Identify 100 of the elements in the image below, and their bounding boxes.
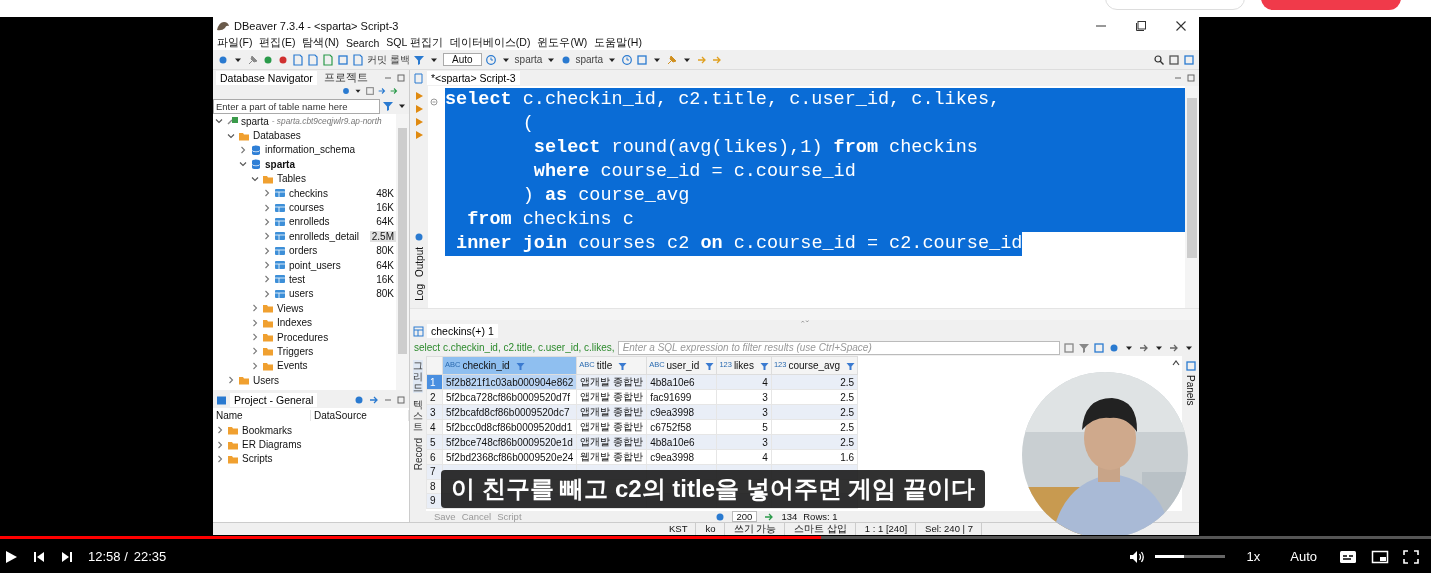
scrollbar[interactable] — [410, 308, 1199, 320]
square-icon[interactable] — [1093, 341, 1105, 354]
tree-item[interactable]: information_schema — [265, 144, 356, 156]
menu-item[interactable]: 도움말(H) — [594, 35, 642, 50]
clock-icon[interactable] — [621, 53, 634, 66]
filter-icon[interactable] — [1078, 341, 1090, 354]
chevron-right-icon[interactable] — [251, 347, 259, 356]
tree-item[interactable]: Events — [277, 360, 308, 372]
filter-icon[interactable] — [515, 361, 525, 371]
chevron-right-icon[interactable] — [216, 440, 224, 449]
tree-item[interactable]: enrolleds_detail — [289, 230, 360, 242]
menu-item[interactable]: 윈도우(W) — [537, 35, 588, 50]
scrollbar-thumb[interactable] — [398, 128, 407, 354]
side-tab[interactable]: Panels — [1185, 372, 1196, 409]
maximize-icon[interactable] — [1135, 20, 1147, 32]
search-icon[interactable] — [1153, 53, 1165, 66]
filter-icon[interactable] — [382, 100, 394, 112]
side-tab[interactable]: Record — [412, 438, 424, 471]
tree-item[interactable]: point_users — [289, 259, 341, 271]
chevron-right-icon[interactable] — [263, 203, 271, 212]
tree-item[interactable]: Scripts — [242, 453, 273, 465]
chevron-right-icon[interactable] — [216, 454, 224, 463]
subtitles-icon[interactable] — [1339, 549, 1357, 564]
chevron-right-icon[interactable] — [251, 333, 259, 342]
tree-item[interactable]: Procedures — [277, 331, 329, 343]
square-icon[interactable] — [1168, 53, 1180, 66]
chevron-right-icon[interactable] — [263, 261, 271, 270]
play-icon[interactable] — [4, 549, 18, 564]
transaction-mode-field[interactable]: Auto — [443, 53, 482, 66]
panel-tab[interactable]: Database Navigator — [216, 71, 317, 85]
chevron-right-icon[interactable] — [263, 246, 271, 255]
tree-item[interactable]: sparta — [241, 115, 269, 127]
chevron-right-icon[interactable] — [263, 289, 271, 298]
search-field[interactable]: Enter a part of table name here — [213, 98, 380, 114]
filter-icon[interactable] — [759, 361, 769, 371]
tree-item[interactable]: checkins — [289, 187, 328, 199]
run-icon[interactable] — [413, 103, 425, 115]
chevron-right-icon[interactable] — [239, 145, 247, 154]
side-tab[interactable]: 그리드 — [413, 360, 423, 393]
close-icon[interactable] — [1175, 20, 1187, 32]
document-icon[interactable] — [292, 53, 304, 66]
skip-next-icon[interactable] — [60, 549, 74, 564]
chevron-right-icon[interactable] — [216, 426, 224, 435]
arrow-icon[interactable] — [389, 86, 399, 96]
chevron-right-icon[interactable] — [263, 217, 271, 226]
chevron-right-icon[interactable] — [251, 304, 259, 313]
tree-item[interactable]: Triggers — [277, 345, 314, 357]
scrollbar[interactable] — [396, 114, 409, 390]
tree-item[interactable]: enrolleds — [289, 216, 330, 228]
volume-slider[interactable] — [1154, 555, 1225, 558]
speed-button[interactable]: 1x — [1246, 549, 1261, 564]
menu-item[interactable]: Search — [346, 36, 380, 49]
filter-icon[interactable] — [413, 53, 425, 66]
tree-item[interactable]: courses — [289, 202, 324, 214]
menu-item[interactable]: 파일(F) — [217, 35, 253, 50]
results-tab[interactable]: checkins(+) 1 — [427, 324, 498, 338]
chevron-right-icon[interactable] — [251, 361, 259, 370]
side-tab[interactable]: Output — [413, 244, 425, 281]
chevron-right-icon[interactable] — [263, 275, 271, 284]
chevron-right-icon[interactable] — [263, 189, 271, 198]
chevron-right-icon[interactable] — [251, 318, 259, 327]
chevron-right-icon[interactable] — [263, 232, 271, 241]
tree-item[interactable]: Views — [277, 302, 304, 314]
menu-item[interactable]: 데이터베이스(D) — [449, 35, 531, 50]
scroll-up-icon[interactable] — [1171, 358, 1181, 368]
editor-tab[interactable]: *<sparta> Script-3 — [427, 71, 520, 85]
progress-bar[interactable] — [0, 536, 1431, 539]
menu-item[interactable]: SQL 편집기 — [386, 35, 443, 50]
chevron-down-icon[interactable] — [239, 160, 247, 169]
filter-icon[interactable] — [618, 361, 628, 371]
fullscreen-icon[interactable] — [1403, 549, 1419, 564]
document-icon[interactable] — [352, 53, 364, 66]
tree-item[interactable]: test — [289, 274, 306, 285]
fold-icon[interactable] — [430, 98, 438, 106]
skip-previous-icon[interactable] — [32, 549, 46, 564]
chevron-down-icon[interactable] — [227, 131, 235, 140]
quality-button[interactable]: Auto — [1290, 549, 1317, 564]
chevron-right-icon[interactable] — [227, 376, 235, 385]
scrollbar[interactable] — [1185, 86, 1199, 308]
run-icon[interactable] — [413, 90, 425, 102]
menu-item[interactable]: 편집(E) — [259, 35, 296, 50]
panel-tab[interactable]: Project - General — [230, 393, 318, 407]
filter-icon[interactable] — [705, 361, 715, 371]
schema-selector[interactable]: sparta — [575, 54, 604, 65]
tree-item[interactable]: ER Diagrams — [242, 439, 302, 451]
volume-icon[interactable] — [1128, 549, 1145, 564]
scrollbar-thumb[interactable] — [1187, 98, 1197, 258]
run-icon[interactable] — [413, 116, 425, 128]
datasource-selector[interactable]: sparta — [514, 54, 543, 65]
square-icon[interactable] — [337, 53, 349, 66]
tree-item[interactable]: Bookmarks — [242, 424, 292, 436]
tree-item[interactable]: Databases — [253, 130, 301, 142]
tree-item[interactable]: orders — [289, 245, 318, 257]
panel-tab[interactable]: 프로젝트 — [319, 70, 372, 86]
column-header[interactable]: Name — [213, 410, 311, 421]
side-tab[interactable]: 텍스트 — [413, 399, 423, 432]
commit-button[interactable]: 커밋 — [367, 52, 387, 67]
tree-item[interactable]: users — [289, 288, 314, 300]
tree-item[interactable]: Tables — [277, 173, 306, 185]
rollback-button[interactable]: 롤백 — [390, 52, 410, 67]
